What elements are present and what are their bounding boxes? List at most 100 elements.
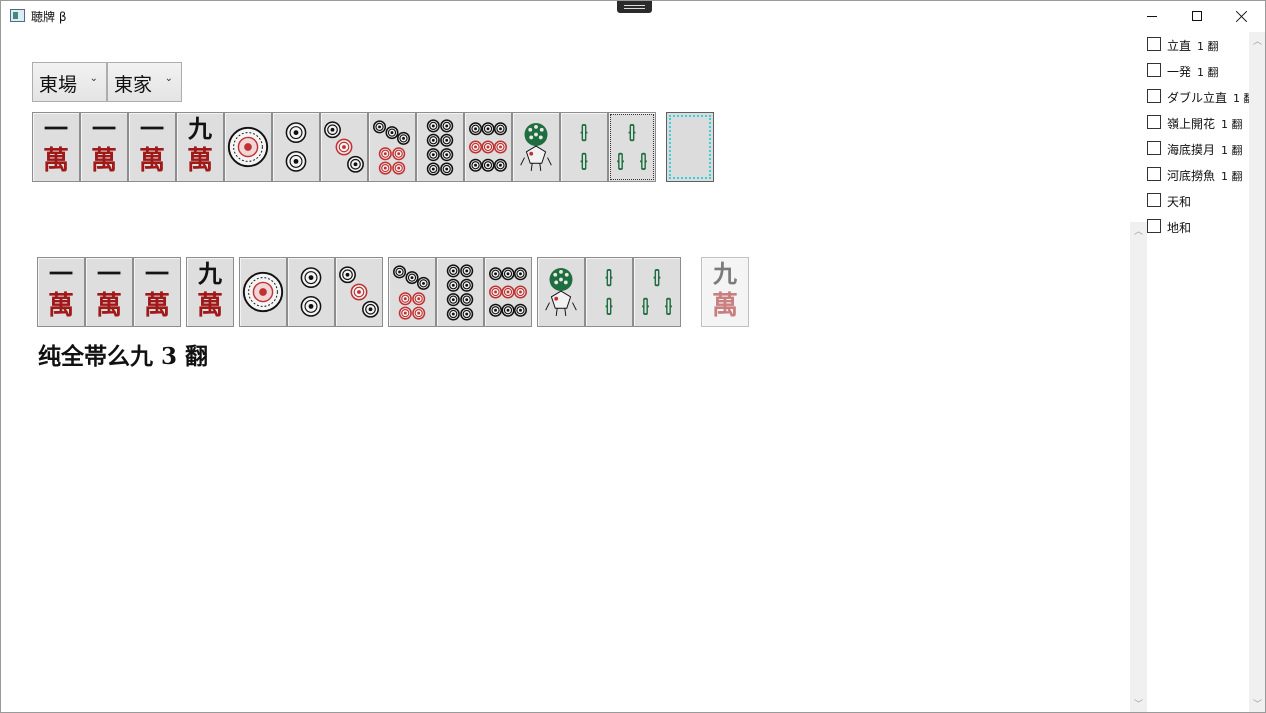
result-tile-1s[interactable] [537, 257, 585, 327]
round-wind-select[interactable]: 東場 ⌄ [32, 62, 107, 102]
yaku-option-han: 1 翻 [1221, 144, 1243, 157]
yaku-option-label: 一発 1 翻 [1167, 65, 1219, 79]
result-tile-1m[interactable]: 一萬 [133, 257, 181, 327]
tile-man-number: 九 [713, 259, 737, 288]
tile-face-icon [285, 122, 307, 172]
draw-tile-slot[interactable] [666, 112, 714, 182]
tile-face-icon [324, 121, 364, 173]
tile-face-icon [642, 269, 672, 315]
options-scrollbar[interactable]: ︿ ﹀ [1249, 32, 1265, 712]
tile-man-suit: 萬 [711, 291, 738, 321]
yaku-checkbox[interactable] [1147, 115, 1161, 129]
yaku-checkbox[interactable] [1147, 89, 1161, 103]
result-scrollbar[interactable]: ︿ ﹀ [1130, 222, 1147, 712]
yaku-checkbox[interactable] [1147, 141, 1161, 155]
app-window: 聴牌 β 東場 ⌄ 東家 ⌄ 一萬一萬一萬九萬 一萬一萬一萬九萬九萬 纯全帯么九… [0, 0, 1266, 713]
yaku-option-label: 河底撈魚 1 翻 [1167, 169, 1243, 183]
yaku-checkbox[interactable] [1147, 193, 1161, 207]
tile-man-number: 一 [92, 114, 116, 143]
result-tile-8p[interactable] [436, 257, 484, 327]
yaku-option-label: 海底摸月 1 翻 [1167, 143, 1243, 157]
hand-tile-1m[interactable]: 一萬 [128, 112, 176, 182]
tile-face-icon [426, 119, 454, 176]
hand-tile-1p[interactable] [224, 112, 272, 182]
tile-man-number: 一 [44, 114, 68, 143]
result-tile-2p[interactable] [287, 257, 335, 327]
tile-face-icon [393, 265, 431, 320]
tile-man-number: 九 [188, 114, 212, 143]
tile-face-icon [373, 120, 411, 175]
winning-tile[interactable]: 九萬 [701, 257, 749, 327]
hand-tile-1s[interactable] [512, 112, 560, 182]
result-tile-1m[interactable]: 一萬 [85, 257, 133, 327]
tile-face-icon [446, 264, 474, 321]
minimize-button[interactable] [1129, 1, 1175, 31]
result-tile-1m[interactable]: 一萬 [37, 257, 85, 327]
tile-man-suit: 萬 [186, 146, 213, 176]
hand-tile-3p[interactable] [320, 112, 368, 182]
scroll-up-icon[interactable]: ︿ [1253, 34, 1262, 47]
chevron-down-icon: ⌄ [89, 73, 98, 84]
result-tile-9m[interactable]: 九萬 [186, 257, 234, 327]
tile-man-suit: 萬 [196, 291, 223, 321]
snap-grip-handle[interactable] [617, 1, 652, 13]
tile-face-icon [339, 266, 379, 318]
hand-tile-1m[interactable]: 一萬 [80, 112, 128, 182]
tile-face-icon [580, 124, 588, 170]
hand-tile-2s[interactable] [560, 112, 608, 182]
result-tile-9p[interactable] [484, 257, 532, 327]
hand-tile-7p[interactable] [368, 112, 416, 182]
tile-face-icon [242, 271, 284, 313]
tile-face-icon [617, 124, 647, 170]
hand-tile-3s[interactable] [608, 112, 656, 182]
tile-man-number: 九 [198, 259, 222, 288]
yaku-checkbox[interactable] [1147, 167, 1161, 181]
tile-face-icon [605, 269, 613, 315]
hand-tile-8p[interactable] [416, 112, 464, 182]
hand-tile-9m[interactable]: 九萬 [176, 112, 224, 182]
tile-man-number: 一 [145, 259, 169, 288]
result-tile-3p[interactable] [335, 257, 383, 327]
scroll-down-icon[interactable]: ﹀ [1134, 697, 1143, 710]
tile-face-icon [489, 267, 527, 317]
title-bar[interactable]: 聴牌 β [1, 1, 1265, 31]
yaku-option-label: 嶺上開花 1 翻 [1167, 117, 1243, 131]
hand-tile-9p[interactable] [464, 112, 512, 182]
window-title: 聴牌 β [31, 10, 67, 24]
result-tile-3s[interactable] [633, 257, 681, 327]
scroll-down-icon[interactable]: ﹀ [1253, 697, 1262, 710]
close-icon [1236, 10, 1248, 22]
tile-man-suit: 萬 [143, 291, 170, 321]
yaku-option-han: 1 翻 [1221, 118, 1243, 131]
tile-man-suit: 萬 [47, 291, 74, 321]
hand-tile-1m[interactable]: 一萬 [32, 112, 80, 182]
yaku-result-text: 纯全帯么九 3 翻 [38, 343, 209, 370]
tile-man-number: 一 [140, 114, 164, 143]
yaku-option-han: 1 翻 [1221, 170, 1243, 183]
tile-man-suit: 萬 [95, 291, 122, 321]
window-app-icon [10, 9, 25, 22]
tile-man-number: 一 [97, 259, 121, 288]
tile-man-suit: 萬 [138, 146, 165, 176]
yaku-checkbox[interactable] [1147, 63, 1161, 77]
hand-tile-2p[interactable] [272, 112, 320, 182]
yaku-checkbox[interactable] [1147, 37, 1161, 51]
tile-face-icon [300, 267, 322, 317]
maximize-icon [1192, 11, 1202, 21]
maximize-button[interactable] [1174, 1, 1220, 31]
result-tile-7p[interactable] [388, 257, 436, 327]
tile-face-icon [469, 122, 507, 172]
yaku-option-label: 天和 [1167, 195, 1192, 209]
tile-man-suit: 萬 [90, 146, 117, 176]
minimize-icon [1147, 15, 1157, 17]
yaku-checkbox[interactable] [1147, 219, 1161, 233]
result-tile-2s[interactable] [585, 257, 633, 327]
result-tile-1p[interactable] [239, 257, 287, 327]
tile-face-icon [227, 126, 269, 168]
close-button[interactable] [1219, 1, 1265, 31]
scroll-up-icon[interactable]: ︿ [1134, 224, 1143, 237]
seat-wind-select[interactable]: 東家 ⌄ [107, 62, 182, 102]
tile-man-number: 一 [49, 259, 73, 288]
seat-wind-value: 東家 [114, 74, 153, 96]
tile-man-suit: 萬 [42, 146, 69, 176]
